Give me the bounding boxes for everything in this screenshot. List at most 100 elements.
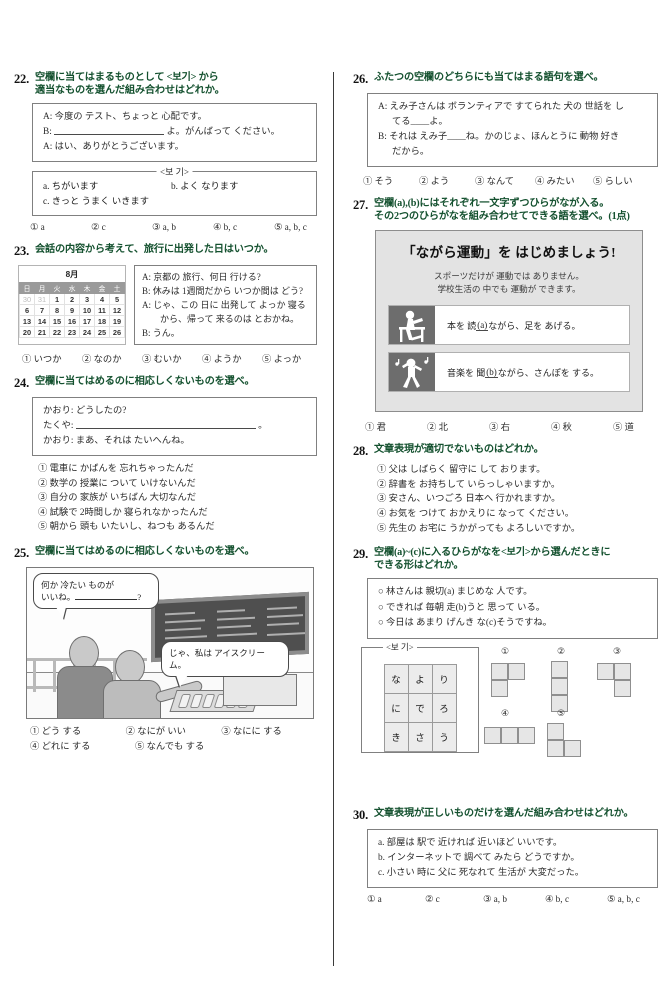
question-22-prompt-line1: 空欄に当てはまるものとして <보기> から	[35, 72, 219, 83]
choice-option[interactable]: ② なにが いい	[126, 725, 222, 740]
choice-option[interactable]: ④ b, c	[213, 222, 274, 233]
choice-option[interactable]: ④ お気を つけて おかえりに なって ください。	[377, 507, 658, 522]
choice-option[interactable]: ④ 秋	[551, 419, 613, 433]
dialogue-text: 京都の 旅行、何日 行ける?	[153, 272, 261, 283]
statement-item: b. インターネットで 調べて みたら どうですか。	[378, 852, 580, 863]
bogi-row: c. きっと うまく いきます	[43, 195, 307, 210]
shape-label-3: ③	[613, 646, 622, 657]
question-30: 30. 文章表現が正しいものだけを選んだ組み合わせはどれか。 a. 部屋は 駅で…	[353, 808, 658, 905]
choice-option[interactable]: ⑤ なんでも する	[135, 740, 240, 755]
choice-option[interactable]: ② なのか	[82, 351, 142, 365]
calendar-day: 2	[64, 293, 80, 306]
calendar-week-row: 20 21 22 23 24 25 26	[19, 326, 125, 339]
kana-cell: さ	[407, 721, 433, 752]
bubble-text: じゃ、私は アイスクリーム。	[169, 647, 265, 670]
choice-option[interactable]: ② 北	[427, 419, 489, 433]
choice-option[interactable]: ③ a, b	[483, 894, 545, 905]
question-26-heading: 26. ふたつの空欄のどちらにも当てはまる語句を選べ。	[353, 72, 658, 87]
question-27-prompt: 空欄(a),(b)にはそれぞれ一文字ずつひらがなが入る。 その2つのひらがなを組…	[374, 198, 630, 223]
question-22-prompt-line2: 適当なものを選んだ組み合わせはどれか。	[35, 84, 225, 96]
choice-option[interactable]: ⑤ 道	[613, 419, 634, 433]
calendar-day: 18	[94, 315, 110, 328]
choice-option[interactable]: ① そう	[363, 173, 419, 187]
choice-option[interactable]: ① a	[30, 222, 91, 233]
dialogue-line: A: はい、ありがとうございます。	[43, 140, 307, 155]
kana-grid-row: な よ り	[383, 663, 457, 694]
choice-option[interactable]: ④ ようか	[202, 351, 262, 365]
question-23-dialogue-box: A: 京都の 旅行、何日 行ける? B: 休みは 1週間だから いつか間は どう…	[134, 265, 317, 346]
poster-item-text: 本を 読 (a) ながら、足を あげる。	[435, 306, 629, 344]
weekday-header: 木	[79, 282, 95, 295]
choice-option[interactable]: ③ なにに する	[221, 725, 317, 740]
answer-blank	[75, 419, 256, 430]
choice-option[interactable]: ⑤ a, b, c	[274, 222, 335, 233]
choice-option[interactable]: ① 父は しばらく 留守に して おります。	[377, 463, 658, 478]
question-30-heading: 30. 文章表現が正しいものだけを選んだ組み合わせはどれか。	[353, 808, 658, 823]
choice-option[interactable]: ③ 自分の 家族が いちばん 大切なんだ	[38, 491, 317, 506]
choice-option[interactable]: ② 辞書を お持ちして いらっしゃいますか。	[377, 478, 658, 493]
choice-option[interactable]: ⑤ 先生の お宅に うかがっても よろしいですか。	[377, 522, 658, 537]
choice-option[interactable]: ③ なんて	[475, 173, 535, 187]
choice-option[interactable]: ⑤ よっか	[262, 351, 322, 365]
dialogue-line: だから。	[392, 147, 430, 157]
bubble-line2: いいね。?	[41, 591, 151, 603]
speaker-label: A:	[43, 112, 53, 123]
question-22-choices: ① a ② c ③ a, b ④ b, c ⑤ a, b, c	[30, 222, 317, 233]
question-29-sentences-box: ○ 林さんは 親切(a) まじめな 人です。 ○ できれば 毎朝 走(b)うと …	[367, 578, 658, 639]
question-28-prompt: 文章表現が適切でないものはどれか。	[374, 444, 544, 456]
dialogue-text: 。	[258, 421, 268, 432]
choice-option[interactable]: ① 君	[365, 419, 427, 433]
calendar-day: 25	[94, 326, 110, 339]
choice-option[interactable]: ④ 試験で 2時間しか 寝られなかったんだ	[38, 506, 317, 521]
choice-option[interactable]: ② 数学の 授業に ついて いけないんだ	[38, 477, 317, 492]
calendar-week-row: 13 14 15 16 17 18 19	[19, 315, 125, 328]
choice-option[interactable]: ② c	[425, 894, 483, 905]
choice-option[interactable]: ⑤ a, b, c	[607, 894, 640, 905]
bogi-row: a. ちがいます b. よく なります	[43, 180, 307, 195]
question-23-prompt: 会話の内容から考えて、旅行に出発した日はいつか。	[35, 244, 274, 256]
bogi-item: b. よく なります	[171, 182, 239, 193]
dialogue-text: 休みは 1週間だから いつか間は どう?	[152, 286, 304, 297]
sentence-line: ○ 林さんは 親切(a) まじめな 人です。	[378, 587, 533, 598]
question-25: 25. 空欄に当てはめるのに相応しくないものを選べ。 何か 冷たい ものが いい…	[14, 546, 317, 755]
question-25-heading: 25. 空欄に当てはめるのに相応しくないものを選べ。	[14, 546, 317, 561]
choice-option[interactable]: ① 電車に かばんを 忘れちゃったんだ	[38, 462, 317, 477]
choice-option[interactable]: ① a	[367, 894, 425, 905]
choice-option[interactable]: ① いつか	[22, 351, 82, 365]
question-27-number: 27.	[353, 198, 369, 212]
calendar-day: 26	[109, 326, 125, 339]
weekday-header: 月	[34, 282, 50, 295]
choice-option[interactable]: ③ 安さん、いつごろ 日本へ 行かれますか。	[377, 492, 658, 507]
question-27-prompt-line1: 空欄(a),(b)にはそれぞれ一文字ずつひらがなが入る。	[374, 198, 610, 209]
poster-text-pre: 音楽を 聞	[447, 367, 486, 378]
choice-option[interactable]: ⑤ らしい	[593, 173, 633, 187]
choice-option[interactable]: ① どう する	[30, 725, 126, 740]
choice-option[interactable]: ③ むいか	[142, 351, 202, 365]
question-24-choices: ① 電車に かばんを 忘れちゃったんだ ② 数学の 授業に ついて いけないんだ…	[38, 462, 317, 535]
calendar-day: 7	[34, 304, 50, 317]
question-23-number: 23.	[14, 244, 30, 259]
choice-option[interactable]: ② よう	[419, 173, 475, 187]
choice-option[interactable]: ③ 右	[489, 419, 551, 433]
calendar-day: 22	[49, 326, 65, 339]
choice-option[interactable]: ④ みたい	[535, 173, 593, 187]
question-30-prompt: 文章表現が正しいものだけを選んだ組み合わせはどれか。	[374, 807, 634, 819]
dialogue-text: よ。がんばって ください。	[166, 127, 280, 138]
kana-grid-row: き さ う	[383, 721, 457, 752]
kana-cell: う	[431, 721, 457, 752]
calendar-day: 4	[94, 293, 110, 306]
person-reading-at-desk-icon	[389, 306, 435, 345]
choice-option[interactable]: ④ どれに する	[30, 740, 135, 755]
choice-option[interactable]: ② c	[91, 222, 152, 233]
choice-option[interactable]: ⑤ 朝から 頭も いたいし、ねつも あるんだ	[38, 520, 317, 535]
question-27-poster: 「ながら運動」を はじめましょう! スポーツだけが 運動では ありません。 学校…	[375, 230, 643, 413]
calendar-day: 6	[19, 304, 35, 317]
calendar-widget: 8月 日 月 火 水 木 金 土 30 31 1 2 3 4 5 6 7 8 9…	[18, 265, 126, 346]
statement-item: c. 小さい 時に 父に 死なれて 生活が 大変だった。	[378, 867, 585, 878]
calendar-day: 13	[19, 315, 35, 328]
question-23-body: 8月 日 月 火 水 木 金 土 30 31 1 2 3 4 5 6 7 8 9…	[18, 265, 317, 346]
choice-option[interactable]: ③ a, b	[152, 222, 213, 233]
choice-option[interactable]: ④ b, c	[545, 894, 607, 905]
speaker-label: A:	[43, 142, 53, 153]
question-28-choices: ① 父は しばらく 留守に して おります。 ② 辞書を お持ちして いらっしゃ…	[377, 463, 658, 536]
